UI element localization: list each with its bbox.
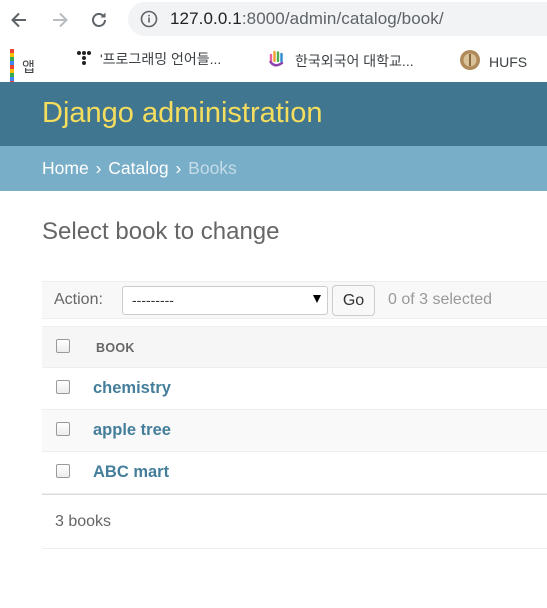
back-arrow-icon[interactable] — [6, 7, 32, 33]
info-icon[interactable] — [140, 10, 158, 28]
dropdown-arrow-icon — [313, 295, 321, 303]
apps-grid-icon — [10, 49, 14, 85]
table-row: ABC mart — [42, 452, 547, 494]
bookmark-label: 앱 — [22, 59, 35, 75]
breadcrumb-current: Books — [188, 158, 237, 178]
select-all-checkbox[interactable] — [56, 339, 70, 353]
actions-bar: Action: --------- Go 0 of 3 selected — [42, 281, 547, 319]
page-title: Select book to change — [42, 218, 280, 245]
breadcrumb-separator: › — [175, 158, 182, 178]
table-row: apple tree — [42, 410, 547, 452]
breadcrumb-home-link[interactable]: Home — [42, 158, 89, 178]
row-checkbox[interactable] — [56, 464, 70, 478]
book-link[interactable]: apple tree — [93, 421, 171, 440]
row-checkbox[interactable] — [56, 380, 70, 394]
url-host: 127.0.0.1 — [170, 9, 242, 28]
breadcrumb-separator: › — [95, 158, 102, 178]
bookmark-apps[interactable]: 앱 — [10, 49, 35, 85]
url-text[interactable]: 127.0.0.1:8000/admin/catalog/book/ — [170, 9, 444, 29]
book-link[interactable]: chemistry — [93, 379, 171, 398]
book-link[interactable]: ABC mart — [93, 463, 169, 482]
hand-logo-icon — [267, 49, 287, 72]
bookmark-hufs[interactable]: HUFS — [459, 49, 527, 74]
address-bar[interactable]: 127.0.0.1:8000/admin/catalog/book/ — [128, 2, 547, 36]
table-row: chemistry — [42, 368, 547, 410]
breadcrumb-catalog-link[interactable]: Catalog — [108, 158, 168, 178]
bookmark-hufs-univ[interactable]: 한국외국어 대학교... — [267, 49, 414, 72]
url-path: :8000/admin/catalog/book/ — [241, 9, 444, 28]
action-select[interactable]: --------- — [122, 286, 328, 315]
paginator: 3 books — [42, 494, 547, 549]
table-header: BOOK — [42, 326, 547, 368]
selection-counter: 0 of 3 selected — [388, 291, 493, 308]
row-checkbox[interactable] — [56, 422, 70, 436]
tistory-icon — [76, 50, 92, 69]
bookmarks-bar: 앱 '프로그래밍 언어들... 한국외국어 대학교... HUFS — [0, 38, 547, 85]
bookmark-tistory[interactable]: '프로그래밍 언어들... — [76, 49, 221, 69]
browser-toolbar: 127.0.0.1:8000/admin/catalog/book/ — [0, 0, 547, 38]
go-button[interactable]: Go — [332, 285, 375, 316]
bookmark-label: 한국외국어 대학교... — [295, 52, 414, 69]
site-header: Django administration — [0, 82, 547, 146]
bookmark-label: HUFS — [489, 53, 528, 70]
breadcrumb: Home › Catalog › Books — [0, 146, 547, 191]
action-select-value: --------- — [132, 292, 174, 308]
hufs-seal-icon — [459, 49, 481, 74]
site-brand-link[interactable]: Django administration — [42, 97, 322, 130]
bookmark-label: '프로그래밍 언어들... — [100, 51, 222, 67]
action-label: Action: — [54, 291, 103, 308]
column-header-book[interactable]: BOOK — [96, 341, 135, 355]
reload-icon[interactable] — [86, 7, 112, 33]
result-count: 3 books — [55, 513, 112, 530]
results-table: BOOK chemistry apple tree ABC mart — [42, 326, 547, 494]
forward-arrow-icon[interactable] — [47, 7, 73, 33]
